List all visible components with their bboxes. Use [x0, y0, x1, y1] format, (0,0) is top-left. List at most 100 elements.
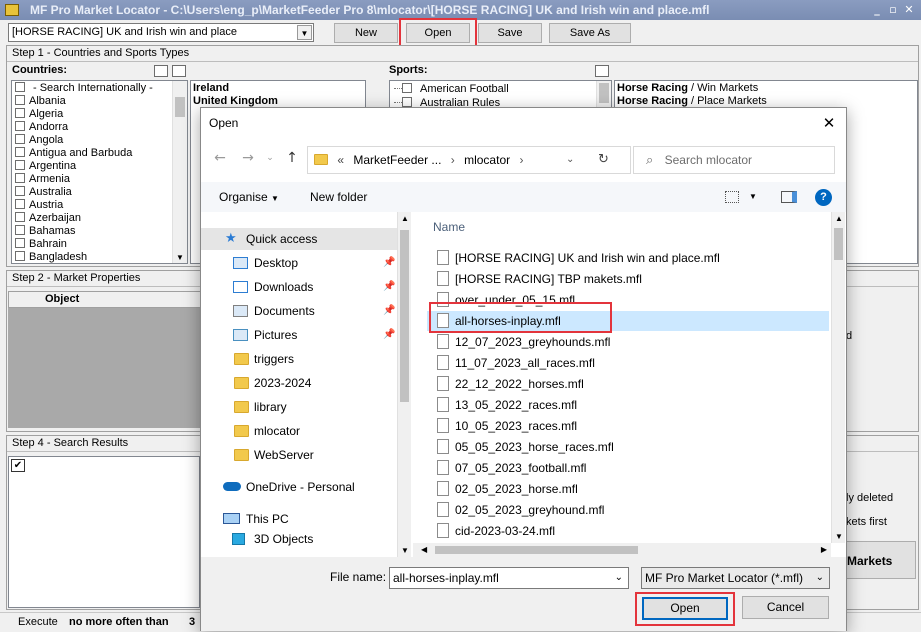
nav-scrollbar[interactable]: ▲ ▼: [397, 212, 411, 557]
checkbox-icon[interactable]: [15, 199, 25, 209]
selected-market-item[interactable]: Horse Racing / Win Markets: [617, 82, 917, 95]
checkbox-icon[interactable]: [15, 225, 25, 235]
preview-pane-icon[interactable]: [781, 191, 797, 203]
nav-folder-item[interactable]: 2023-2024: [201, 372, 397, 394]
chevron-down-icon[interactable]: ▼: [398, 546, 412, 555]
file-item[interactable]: 11_07_2023_all_races.mfl: [427, 353, 829, 373]
pin-icon[interactable]: 📌: [383, 276, 395, 298]
chevron-up-icon[interactable]: ▲: [398, 214, 412, 223]
minimize-button[interactable]: _: [870, 3, 884, 17]
recent-locations-chevron-icon[interactable]: ⌄: [261, 149, 279, 167]
file-item[interactable]: 22_12_2022_horses.mfl: [427, 374, 829, 394]
dialog-cancel-button[interactable]: Cancel: [742, 596, 829, 619]
search-input[interactable]: ⌕ Search mlocator: [633, 146, 835, 174]
checkbox-icon[interactable]: [15, 147, 25, 157]
maximize-button[interactable]: ▫: [886, 3, 900, 17]
checkbox-icon[interactable]: [15, 108, 25, 118]
file-item[interactable]: cid-2023-03-24.mfl: [427, 521, 829, 541]
search-results-list[interactable]: ✔: [8, 456, 200, 608]
chevron-up-icon[interactable]: ▲: [832, 214, 846, 223]
file-item[interactable]: 02_05_2023_horse.mfl: [427, 479, 829, 499]
chevron-right-icon[interactable]: ▶: [821, 543, 827, 557]
country-item[interactable]: Australia: [12, 186, 187, 199]
country-item[interactable]: Argentina: [12, 160, 187, 173]
dialog-open-button[interactable]: Open: [642, 597, 728, 620]
pin-icon[interactable]: 📌: [383, 300, 395, 322]
file-item[interactable]: [HORSE RACING] UK and Irish win and plac…: [427, 248, 829, 268]
address-part-current[interactable]: mlocator: [464, 153, 510, 167]
checkbox-icon[interactable]: [15, 212, 25, 222]
nav-onedrive[interactable]: OneDrive - Personal: [201, 476, 397, 498]
chevron-down-icon[interactable]: ▼: [832, 532, 846, 541]
select-all-check-icon[interactable]: ✔: [11, 459, 25, 472]
checkbox-icon[interactable]: [15, 238, 25, 248]
checkbox-icon[interactable]: [15, 121, 25, 131]
nav-3d-objects[interactable]: 3D Objects: [201, 532, 397, 546]
column-header-name[interactable]: Name: [433, 220, 465, 234]
country-item[interactable]: Armenia: [12, 173, 187, 186]
countries-list[interactable]: - Search Internationally - Albania Algeria…: [11, 80, 188, 264]
file-item[interactable]: 13_05_2022_races.mfl: [427, 395, 829, 415]
nav-folder-item[interactable]: WebServer: [201, 444, 397, 466]
nav-pictures[interactable]: Pictures 📌: [201, 324, 397, 346]
file-combo[interactable]: [HORSE RACING] UK and Irish win and plac…: [8, 23, 314, 42]
forward-arrow-icon[interactable]: →: [239, 149, 257, 167]
nav-downloads[interactable]: Downloads 📌: [201, 276, 397, 298]
help-icon[interactable]: ?: [815, 189, 832, 206]
nav-folder-item[interactable]: library: [201, 396, 397, 418]
properties-grid[interactable]: [8, 291, 208, 428]
file-item[interactable]: 07_05_2023_football.mfl: [427, 458, 829, 478]
country-item[interactable]: Bangladesh: [12, 251, 187, 263]
back-arrow-icon[interactable]: ←: [211, 149, 229, 167]
chevron-down-icon[interactable]: ⌄: [615, 568, 623, 588]
file-item[interactable]: 02_05_2023_greyhound.mfl: [427, 500, 829, 520]
file-vscrollbar[interactable]: ▲ ▼: [831, 212, 845, 543]
up-arrow-icon[interactable]: ↑: [283, 149, 301, 167]
save-button[interactable]: Save: [478, 23, 542, 43]
country-item[interactable]: Andorra: [12, 121, 187, 134]
sports-options-icon[interactable]: [595, 65, 609, 77]
checkbox-icon[interactable]: [15, 186, 25, 196]
checkbox-icon[interactable]: [402, 83, 412, 93]
nav-desktop[interactable]: Desktop 📌: [201, 252, 397, 274]
checkbox-icon[interactable]: [15, 134, 25, 144]
close-button[interactable]: ✕: [902, 3, 916, 17]
nav-folder-item[interactable]: triggers: [201, 348, 397, 370]
new-folder-button[interactable]: New folder: [310, 182, 367, 212]
checkbox-icon[interactable]: [15, 82, 25, 92]
view-options-icon[interactable]: [725, 191, 739, 203]
check-all-icon[interactable]: [154, 65, 168, 77]
chevron-down-icon[interactable]: ▼: [173, 253, 187, 262]
filetype-select[interactable]: MF Pro Market Locator (*.mfl) ⌄: [641, 567, 830, 589]
organise-button[interactable]: Organise ▼: [219, 182, 279, 214]
open-button[interactable]: Open: [406, 23, 470, 43]
country-item[interactable]: Bahamas: [12, 225, 187, 238]
selected-country-item[interactable]: Ireland: [193, 82, 365, 95]
country-item[interactable]: Austria: [12, 199, 187, 212]
country-item[interactable]: Angola: [12, 134, 187, 147]
often-value[interactable]: 3: [189, 613, 195, 632]
refresh-icon[interactable]: ↻: [598, 147, 609, 173]
chevron-down-icon[interactable]: ⌄: [816, 568, 824, 588]
pin-icon[interactable]: 📌: [383, 252, 395, 274]
nav-folder-item[interactable]: mlocator: [201, 420, 397, 442]
address-part-root[interactable]: MarketFeeder ...: [353, 153, 441, 167]
find-markets-button[interactable]: Markets: [846, 541, 916, 579]
checkbox-icon[interactable]: [15, 173, 25, 183]
nav-quick-access[interactable]: ★ Quick access: [201, 228, 397, 250]
file-item[interactable]: 12_07_2023_greyhounds.mfl: [427, 332, 829, 352]
sport-item[interactable]: American Football: [390, 83, 611, 97]
country-item[interactable]: Albania: [12, 95, 187, 108]
file-item[interactable]: 05_05_2023_horse_races.mfl: [427, 437, 829, 457]
chevron-down-icon[interactable]: ▼: [749, 182, 757, 212]
checkbox-icon[interactable]: [15, 251, 25, 261]
checkbox-icon[interactable]: [15, 95, 25, 105]
pin-icon[interactable]: 📌: [383, 324, 395, 346]
address-bar[interactable]: « MarketFeeder ... › mlocator › ⌄ ↻: [307, 146, 631, 174]
new-button[interactable]: New: [334, 23, 398, 43]
nav-documents[interactable]: Documents 📌: [201, 300, 397, 322]
chevron-left-icon[interactable]: ◀: [421, 543, 427, 557]
country-item[interactable]: Antigua and Barbuda: [12, 147, 187, 160]
uncheck-all-icon[interactable]: [172, 65, 186, 77]
checkbox-icon[interactable]: [402, 97, 412, 107]
